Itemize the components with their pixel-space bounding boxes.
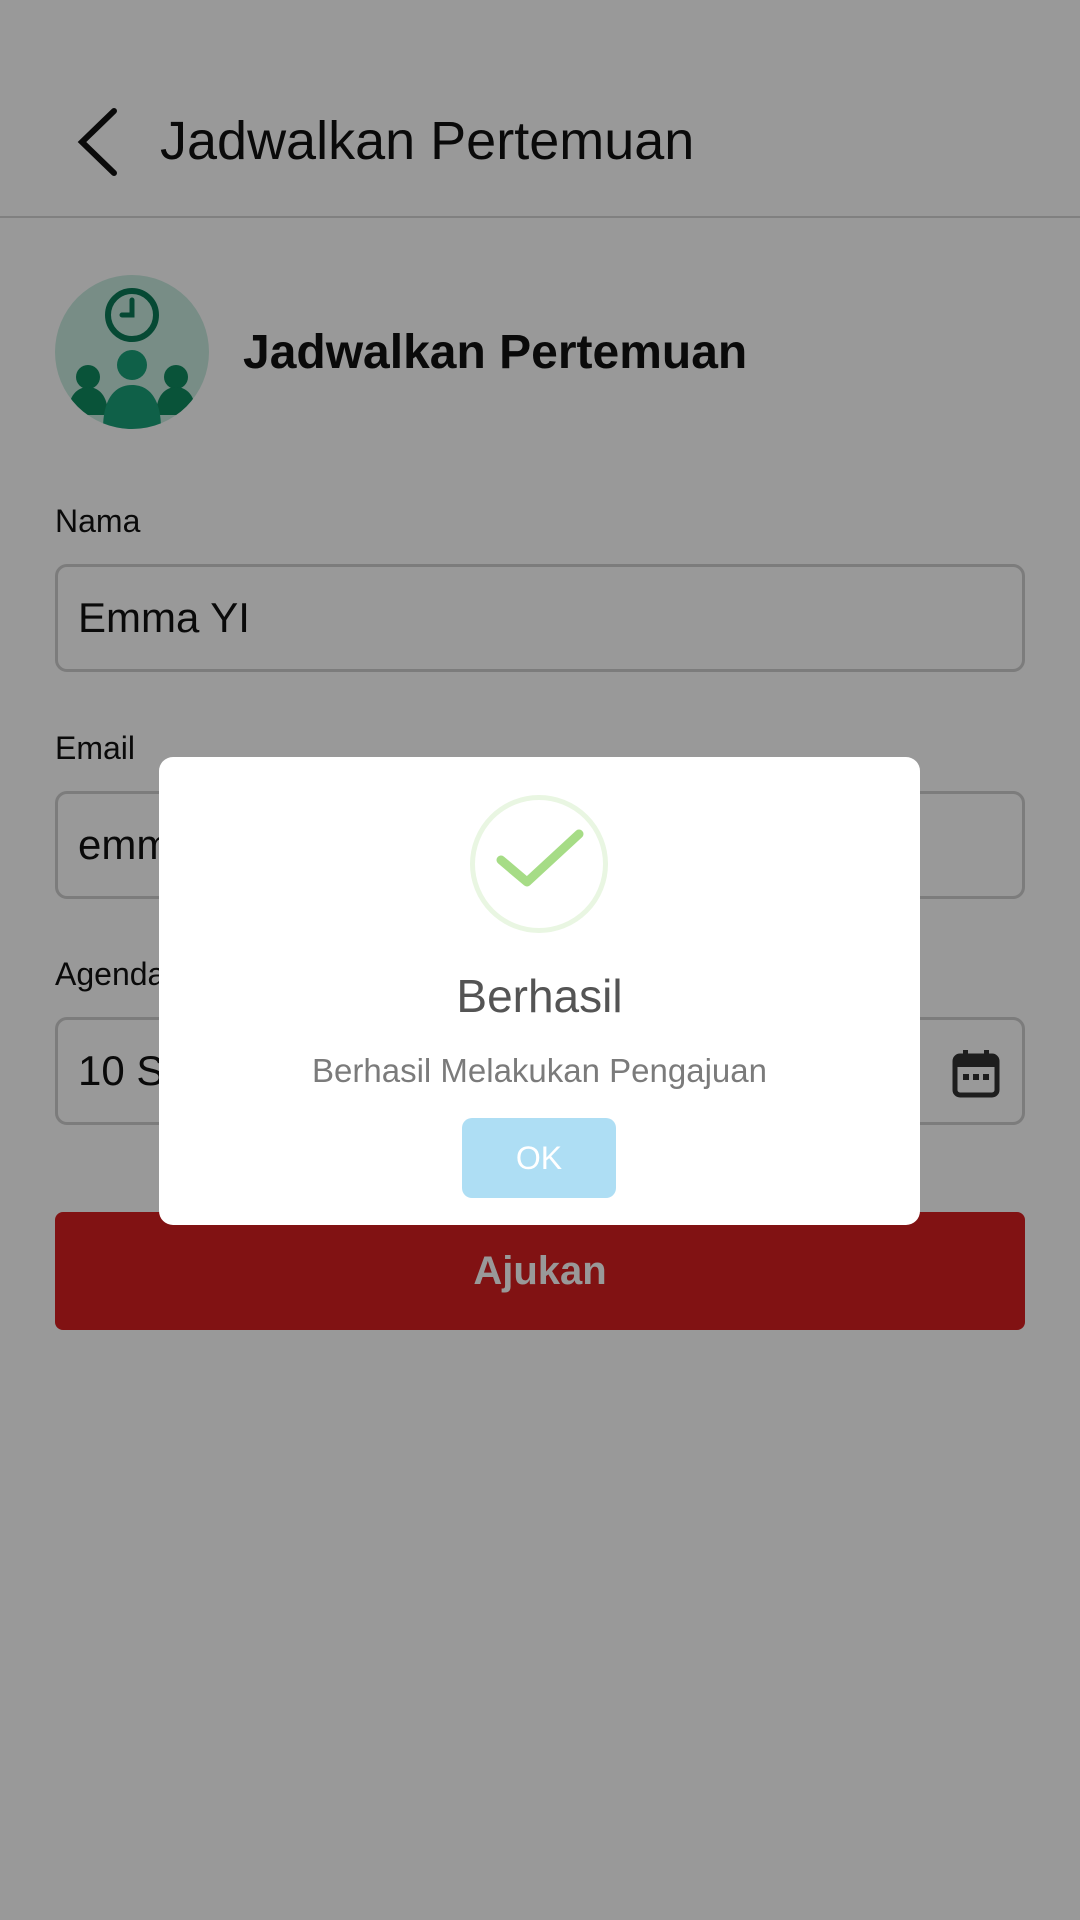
ok-button[interactable]: OK <box>462 1118 616 1198</box>
dialog-title: Berhasil <box>456 970 623 1022</box>
success-dialog: Berhasil Berhasil Melakukan Pengajuan OK <box>159 757 920 1225</box>
success-ring <box>470 795 608 933</box>
dialog-message: Berhasil Melakukan Pengajuan <box>312 1052 767 1089</box>
check-icon <box>496 829 584 887</box>
